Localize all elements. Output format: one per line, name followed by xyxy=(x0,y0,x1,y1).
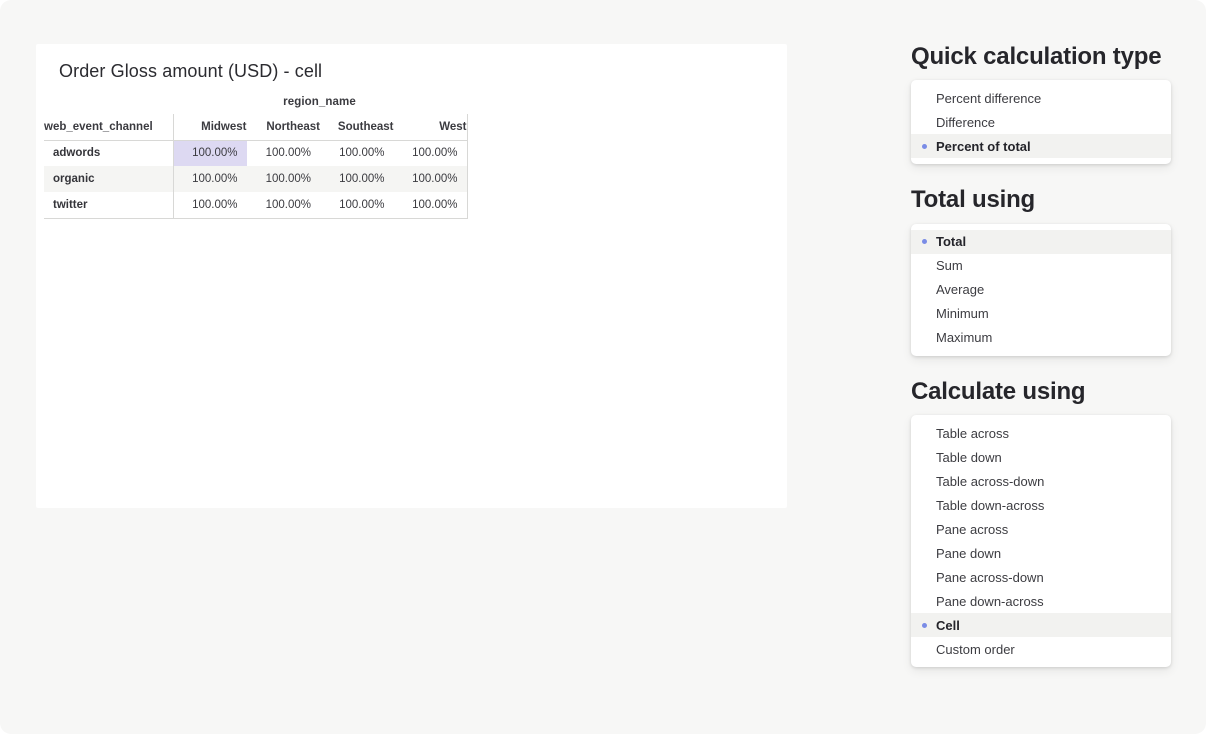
table-cell[interactable]: 100.00% xyxy=(320,166,394,192)
option-table-across-down[interactable]: Table across-down xyxy=(911,469,1171,493)
option-label: Pane down xyxy=(936,546,1001,561)
table-cell[interactable]: 100.00% xyxy=(247,140,321,166)
option-percent-difference[interactable]: Percent difference xyxy=(911,86,1171,110)
option-label: Table across-down xyxy=(936,474,1044,489)
table-cell[interactable]: 100.00% xyxy=(173,192,247,218)
table-cell[interactable]: 100.00% xyxy=(320,192,394,218)
pivot-table: web_event_channel Midwest Northeast Sout… xyxy=(44,114,468,219)
option-table-down-across[interactable]: Table down-across xyxy=(911,493,1171,517)
option-custom-order[interactable]: Custom order xyxy=(911,637,1171,661)
section-calculate-using: Calculate using Table across Table down … xyxy=(911,379,1171,667)
table-row: organic 100.00% 100.00% 100.00% 100.00% xyxy=(44,166,467,192)
option-average[interactable]: Average xyxy=(911,278,1171,302)
option-label: Maximum xyxy=(936,330,992,345)
section-total-using: Total using Total Sum Average Minimum Ma… xyxy=(911,187,1171,355)
quick-calculation-type-list: Percent difference Difference Percent of… xyxy=(911,80,1171,164)
row-label-twitter: twitter xyxy=(44,192,173,218)
option-total[interactable]: Total xyxy=(911,230,1171,254)
option-pane-across-down[interactable]: Pane across-down xyxy=(911,565,1171,589)
option-label: Table down-across xyxy=(936,498,1044,513)
table-cell[interactable]: 100.00% xyxy=(394,166,468,192)
option-label: Pane across xyxy=(936,522,1008,537)
selected-dot-icon xyxy=(922,623,927,628)
column-group-label: region_name xyxy=(44,96,467,114)
page-title: Order Gloss amount (USD) - cell xyxy=(59,61,322,82)
table-cell[interactable]: 100.00% xyxy=(173,166,247,192)
option-label: Percent difference xyxy=(936,91,1041,106)
column-header-midwest: Midwest xyxy=(173,114,247,140)
option-minimum[interactable]: Minimum xyxy=(911,302,1171,326)
selected-dot-icon xyxy=(922,239,927,244)
calculate-using-list: Table across Table down Table across-dow… xyxy=(911,415,1171,667)
table-cell[interactable]: 100.00% xyxy=(394,140,468,166)
table-cell[interactable]: 100.00% xyxy=(247,166,321,192)
option-label: Pane down-across xyxy=(936,594,1044,609)
option-pane-down[interactable]: Pane down xyxy=(911,541,1171,565)
heading-total-using: Total using xyxy=(911,187,1171,213)
pivot-table-container: region_name web_event_channel Midwest No… xyxy=(44,96,467,219)
table-cell[interactable]: 100.00% xyxy=(394,192,468,218)
option-label: Custom order xyxy=(936,642,1015,657)
table-cell[interactable]: 100.00% xyxy=(173,140,247,166)
option-label: Minimum xyxy=(936,306,989,321)
pivot-table-body: adwords 100.00% 100.00% 100.00% 100.00% … xyxy=(44,140,467,218)
row-label-adwords: adwords xyxy=(44,140,173,166)
heading-calculate-using: Calculate using xyxy=(911,379,1171,405)
section-quick-calculation-type: Quick calculation type Percent differenc… xyxy=(911,44,1171,164)
option-cell[interactable]: Cell xyxy=(911,613,1171,637)
app-root: Order Gloss amount (USD) - cell region_n… xyxy=(0,0,1206,734)
option-label: Percent of total xyxy=(936,139,1031,154)
option-label: Average xyxy=(936,282,984,297)
option-label: Pane across-down xyxy=(936,570,1044,585)
table-row: adwords 100.00% 100.00% 100.00% 100.00% xyxy=(44,140,467,166)
option-percent-of-total[interactable]: Percent of total xyxy=(911,134,1171,158)
column-header-northeast: Northeast xyxy=(247,114,321,140)
table-header-row: web_event_channel Midwest Northeast Sout… xyxy=(44,114,467,140)
pivot-table-header: web_event_channel Midwest Northeast Sout… xyxy=(44,114,467,140)
column-header-west: West xyxy=(394,114,468,140)
option-table-down[interactable]: Table down xyxy=(911,445,1171,469)
option-pane-across[interactable]: Pane across xyxy=(911,517,1171,541)
row-label-organic: organic xyxy=(44,166,173,192)
row-header-label: web_event_channel xyxy=(44,114,173,140)
option-pane-down-across[interactable]: Pane down-across xyxy=(911,589,1171,613)
option-sum[interactable]: Sum xyxy=(911,254,1171,278)
option-label: Table across xyxy=(936,426,1009,441)
option-label: Total xyxy=(936,234,966,249)
option-maximum[interactable]: Maximum xyxy=(911,326,1171,350)
options-rail: Quick calculation type Percent differenc… xyxy=(911,44,1171,667)
table-cell[interactable]: 100.00% xyxy=(320,140,394,166)
option-label: Difference xyxy=(936,115,995,130)
selected-dot-icon xyxy=(922,144,927,149)
heading-quick-calculation-type: Quick calculation type xyxy=(911,44,1171,70)
table-cell[interactable]: 100.00% xyxy=(247,192,321,218)
total-using-list: Total Sum Average Minimum Maximum xyxy=(911,224,1171,356)
option-table-across[interactable]: Table across xyxy=(911,421,1171,445)
option-label: Table down xyxy=(936,450,1002,465)
column-header-southeast: Southeast xyxy=(320,114,394,140)
option-label: Cell xyxy=(936,618,960,633)
visualization-card: Order Gloss amount (USD) - cell region_n… xyxy=(36,44,787,508)
option-difference[interactable]: Difference xyxy=(911,110,1171,134)
option-label: Sum xyxy=(936,258,963,273)
table-row: twitter 100.00% 100.00% 100.00% 100.00% xyxy=(44,192,467,218)
